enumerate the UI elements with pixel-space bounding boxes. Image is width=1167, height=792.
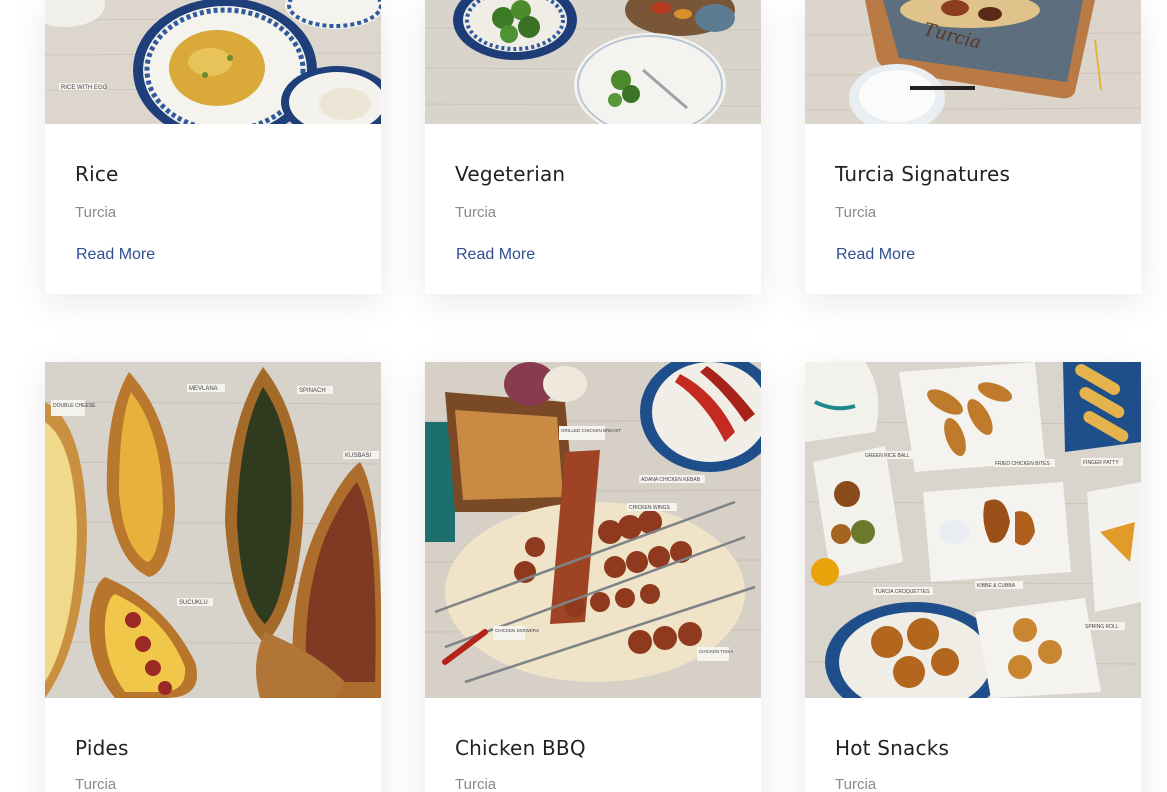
snacks-label-rolls: SPRING ROLL <box>1085 624 1119 630</box>
menu-card-vegeterian[interactable]: Vegeterian Turcia Read More <box>425 0 761 294</box>
chicken-bbq-image[interactable]: GRILLED CHICKEN BREAST ADANA CHICKEN KEB… <box>425 362 761 698</box>
rice-category[interactable]: Turcia <box>75 204 116 221</box>
bbq-label-wings: CHICKEN WINGS <box>629 505 671 511</box>
pides-title[interactable]: Pides <box>75 736 129 760</box>
pides-label-double-cheese: DOUBLE CHEESE <box>53 403 96 409</box>
pides-label-mevlana: MEVLANA <box>189 386 218 392</box>
vegeterian-category[interactable]: Turcia <box>455 204 496 221</box>
vegeterian-image[interactable] <box>425 0 761 124</box>
menu-card-hot-snacks[interactable]: GREEN RICE BALL FRIED CHICKEN BITES FING… <box>805 362 1141 792</box>
pides-card-body: Pides Turcia <box>45 698 381 792</box>
hot-snacks-title[interactable]: Hot Snacks <box>835 736 949 760</box>
rice-read-more-link[interactable]: Read More <box>76 246 155 264</box>
vegeterian-title[interactable]: Vegeterian <box>455 162 565 186</box>
hot-snacks-card-body: Hot Snacks Turcia <box>805 698 1141 792</box>
vegeterian-read-more-link[interactable]: Read More <box>456 246 535 264</box>
pides-label-kusbasi: KUSBASI <box>345 453 371 459</box>
rice-image[interactable]: RICE WITH EGG <box>45 0 381 124</box>
bbq-label-grilled-breast: GRILLED CHICKEN BREAST <box>561 428 621 433</box>
pides-label-spinach: SPINACH <box>299 388 326 394</box>
rice-title[interactable]: Rice <box>75 162 119 186</box>
bbq-label-thigh: CHICKEN TIKKA <box>699 649 733 654</box>
pides-category[interactable]: Turcia <box>75 776 116 792</box>
chicken-bbq-category[interactable]: Turcia <box>455 776 496 792</box>
hot-snacks-image[interactable]: GREEN RICE BALL FRIED CHICKEN BITES FING… <box>805 362 1141 698</box>
pides-image[interactable]: DOUBLE CHEESE MEVLANA SPINACH KUSBASI SU… <box>45 362 381 698</box>
turcia-signatures-image[interactable]: Turcia <box>805 0 1141 124</box>
menu-card-rice[interactable]: RICE WITH EGG Rice Turcia Read More <box>45 0 381 294</box>
turcia-signatures-read-more-link[interactable]: Read More <box>836 246 915 264</box>
rice-photo-label: RICE WITH EGG <box>61 85 108 91</box>
rice-card-body: Rice Turcia Read More <box>45 124 381 294</box>
chicken-bbq-title[interactable]: Chicken BBQ <box>455 736 586 760</box>
hot-snacks-category[interactable]: Turcia <box>835 776 876 792</box>
snacks-label-rice-ball: GREEN RICE BALL <box>865 453 910 459</box>
snacks-label-chicken-bites: FRIED CHICKEN BITES <box>995 461 1050 467</box>
turcia-signatures-card-body: Turcia Signatures Turcia Read More <box>805 124 1141 294</box>
snacks-label-fingers: FINGER PATTY <box>1083 460 1119 466</box>
menu-card-chicken-bbq[interactable]: GRILLED CHICKEN BREAST ADANA CHICKEN KEB… <box>425 362 761 792</box>
menu-card-pides[interactable]: DOUBLE CHEESE MEVLANA SPINACH KUSBASI SU… <box>45 362 381 792</box>
turcia-signatures-category[interactable]: Turcia <box>835 204 876 221</box>
pides-label-sucuk: SUCUKLU <box>179 600 208 606</box>
snacks-label-croquettes: TURCIA CROQUETTES <box>875 589 930 595</box>
bbq-label-adana: ADANA CHICKEN KEBAB <box>641 477 701 483</box>
vegeterian-card-body: Vegeterian Turcia Read More <box>425 124 761 294</box>
chicken-bbq-card-body: Chicken BBQ Turcia <box>425 698 761 792</box>
snacks-label-kibbeh: KIBBE & CUBBA <box>977 583 1016 589</box>
bbq-label-skewers: CHICKEN SKEWERS <box>495 628 539 633</box>
menu-card-turcia-signatures[interactable]: Turcia Turcia Signatures Turcia Read Mor… <box>805 0 1141 294</box>
turcia-signatures-title[interactable]: Turcia Signatures <box>835 162 1010 186</box>
